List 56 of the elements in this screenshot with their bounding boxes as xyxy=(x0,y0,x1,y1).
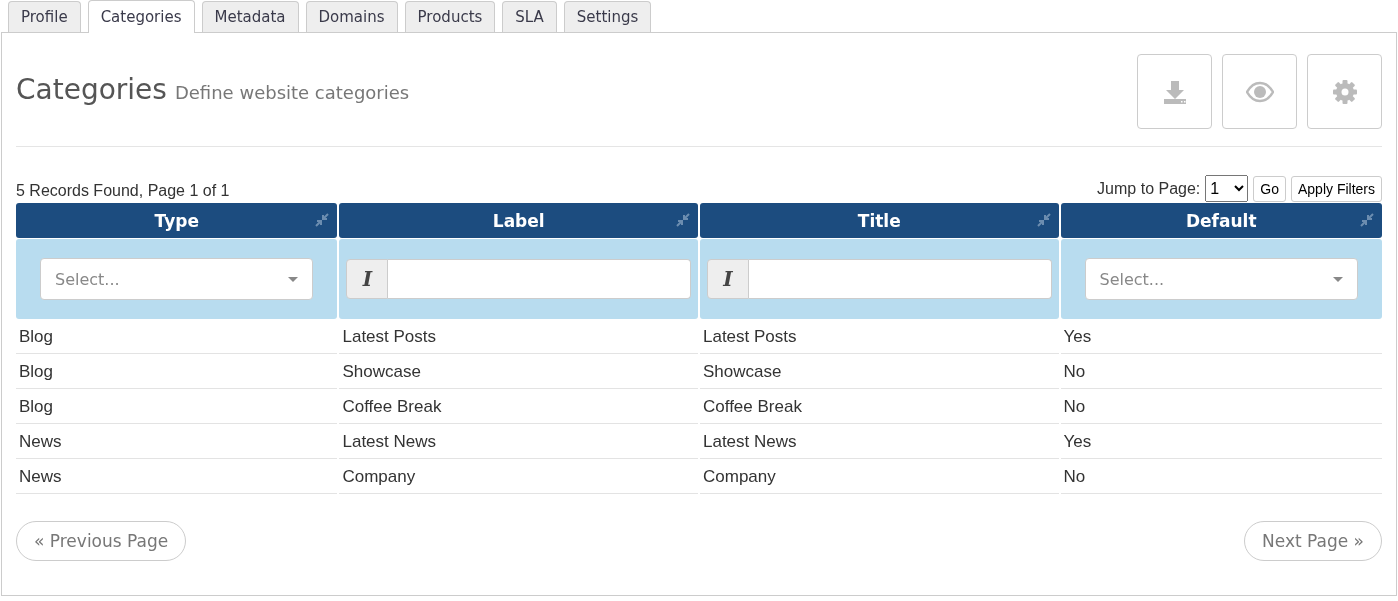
tab[interactable]: Domains xyxy=(305,1,398,32)
table-cell: Company xyxy=(339,460,698,494)
column-header[interactable]: Default xyxy=(1060,203,1382,238)
page-title: Categories xyxy=(16,73,167,106)
tab[interactable]: Categories xyxy=(87,0,195,33)
table-cell: Company xyxy=(700,460,1059,494)
tab[interactable]: Profile xyxy=(8,1,81,32)
text-filter-icon: I xyxy=(346,259,389,299)
page-subtitle: Define website categories xyxy=(174,82,410,103)
column-header[interactable]: Title xyxy=(700,203,1059,238)
caret-icon xyxy=(288,276,299,282)
collapse-icon[interactable] xyxy=(1036,213,1051,227)
download-button[interactable] xyxy=(1137,54,1212,129)
settings-icon xyxy=(1330,77,1359,106)
previous-page-button[interactable]: « Previous Page xyxy=(16,521,187,561)
page-select[interactable]: 1 xyxy=(1205,175,1249,202)
table-cell: Blog xyxy=(16,320,338,354)
text-filter-icon: I xyxy=(707,259,749,299)
table-cell: Yes xyxy=(1060,425,1382,459)
table-cell: Latest News xyxy=(339,425,698,459)
table-cell: Latest News xyxy=(700,425,1059,459)
column-header[interactable]: Type xyxy=(16,203,338,238)
go-button[interactable]: Go xyxy=(1253,175,1286,202)
jump-label: Jump to Page: xyxy=(1097,179,1201,198)
settings-button[interactable] xyxy=(1307,54,1382,129)
filter-field[interactable] xyxy=(388,259,691,299)
table-cell: No xyxy=(1060,460,1382,494)
table-cell: News xyxy=(16,425,338,459)
table-cell: Yes xyxy=(1060,320,1382,354)
eye-button[interactable] xyxy=(1222,54,1297,129)
filter-dropdown[interactable]: Select... xyxy=(40,258,314,300)
tab[interactable]: Products xyxy=(404,1,496,32)
caret-icon xyxy=(1333,276,1343,282)
table-cell: Showcase xyxy=(339,355,698,389)
apply-filters-button[interactable]: Apply Filters xyxy=(1290,175,1382,202)
table-cell: News xyxy=(16,460,338,494)
collapse-icon[interactable] xyxy=(1360,213,1374,227)
collapse-icon[interactable] xyxy=(315,213,330,227)
table-cell: Coffee Break xyxy=(339,390,698,424)
table-cell: Showcase xyxy=(700,355,1059,389)
tab[interactable]: Settings xyxy=(563,1,652,32)
table-cell: Latest Posts xyxy=(339,320,698,354)
next-page-button[interactable]: Next Page » xyxy=(1244,521,1382,561)
tab[interactable]: Metadata xyxy=(201,1,299,32)
records-summary: 5 Records Found, Page 1 of 1 xyxy=(16,182,230,200)
table-cell: No xyxy=(1060,390,1382,424)
table-cell: Blog xyxy=(16,355,338,389)
filter-dropdown[interactable]: Select... xyxy=(1084,258,1358,300)
filter-field[interactable] xyxy=(749,259,1052,299)
table-cell: Coffee Break xyxy=(700,390,1059,424)
collapse-icon[interactable] xyxy=(676,213,690,227)
table-cell: No xyxy=(1060,355,1382,389)
table-cell: Latest Posts xyxy=(700,320,1059,354)
table-cell: Blog xyxy=(16,390,338,424)
tab[interactable]: SLA xyxy=(502,1,557,32)
column-header[interactable]: Label xyxy=(339,203,698,238)
